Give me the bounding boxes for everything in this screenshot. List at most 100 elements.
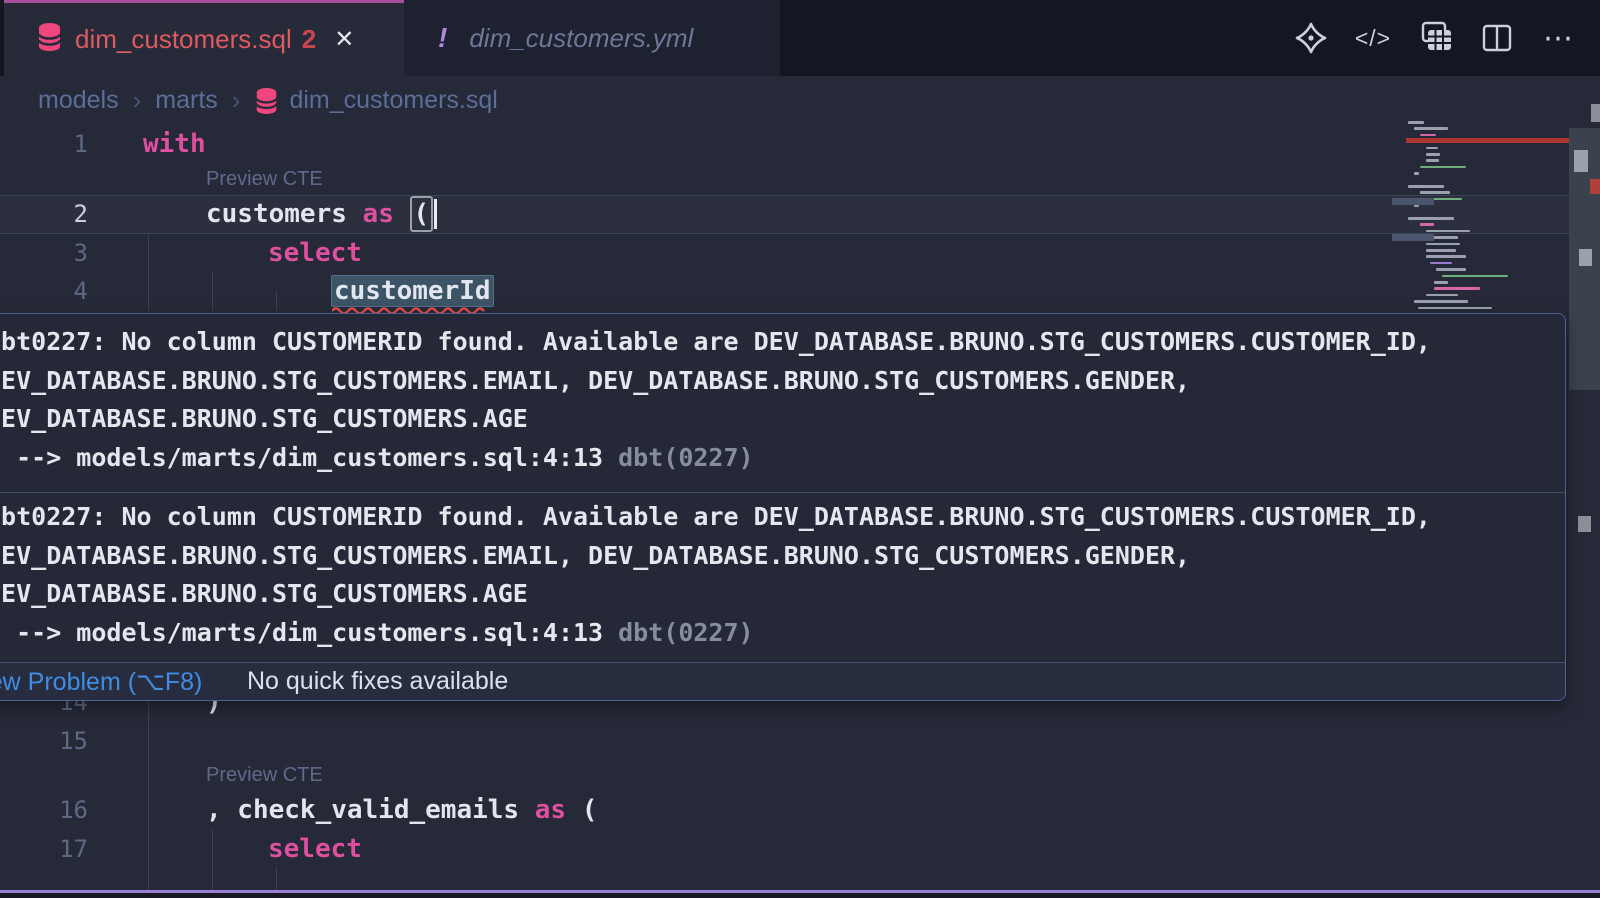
minimap-line xyxy=(1418,307,1492,310)
line-number: 17 xyxy=(0,830,88,869)
breadcrumb: models › marts › dim_customers.sql xyxy=(0,76,1600,125)
text-cursor xyxy=(434,199,437,229)
error-word-customerid: customerId xyxy=(331,275,494,307)
warning-icon: ! xyxy=(438,22,447,54)
minimap-line xyxy=(1426,153,1440,156)
ruler-mark xyxy=(1574,150,1588,172)
tab-bar: dim_customers.sql 2 ✕ ! dim_customers.ym… xyxy=(0,0,1600,76)
code-line-3[interactable]: 3 select xyxy=(0,234,1600,273)
minimap-line xyxy=(1426,147,1438,150)
tab-problem-count-badge: 2 xyxy=(302,24,316,55)
minimap-line xyxy=(1420,166,1466,169)
breadcrumb-file[interactable]: dim_customers.sql xyxy=(254,86,497,115)
minimap-line xyxy=(1408,185,1444,188)
vscode-editor-window: 1withPreview CTE2customers as (3select4c… xyxy=(0,0,1600,898)
chevron-right-icon: › xyxy=(133,85,142,116)
minimap-line xyxy=(1420,223,1434,226)
dbt-power-user-icon[interactable] xyxy=(1292,19,1330,57)
error-message-line: DEV_DATABASE.BRUNO.STG_CUSTOMERS.AGE xyxy=(0,575,1565,614)
indent-guide xyxy=(212,829,213,890)
code-line-1[interactable]: 1 with xyxy=(0,125,1600,164)
line-number: 15 xyxy=(0,722,88,761)
line-number: 1 xyxy=(0,125,88,164)
error-location-link[interactable]: --> models/marts/dim_customers.sql:4:13 xyxy=(0,614,603,653)
code-token: with xyxy=(143,129,206,159)
line-number: 3 xyxy=(0,234,88,273)
chevron-right-icon: › xyxy=(232,85,241,116)
breadcrumb-filename: dim_customers.sql xyxy=(289,86,497,115)
minimap-highlight xyxy=(1392,234,1434,241)
indent-guide xyxy=(276,866,277,890)
database-icon xyxy=(36,22,63,57)
error-location-link[interactable]: --> models/marts/dim_customers.sql:4:13 xyxy=(0,439,603,478)
codelens-preview-cte[interactable]: Preview CTE xyxy=(206,164,323,196)
line-number: 16 xyxy=(0,791,88,830)
minimap-line xyxy=(1414,172,1419,175)
ruler-mark xyxy=(1579,249,1592,266)
tab-title: dim_customers.sql xyxy=(75,24,292,55)
vertical-scrollbar[interactable] xyxy=(1569,76,1600,898)
compile-sql-icon[interactable]: </> xyxy=(1354,19,1392,57)
minimap-line xyxy=(1430,262,1452,265)
code-line-15[interactable]: 15 xyxy=(0,722,1600,761)
more-actions-icon[interactable]: ⋯ xyxy=(1540,19,1578,57)
error-hover-widget: dbt0227: No column CUSTOMERID found. Ava… xyxy=(0,313,1566,701)
minimap-line xyxy=(1426,159,1439,162)
code-token: select xyxy=(268,238,362,268)
code-token: as xyxy=(363,199,394,229)
codelens-preview-cte[interactable]: Preview CTE xyxy=(206,760,323,792)
minimap-line xyxy=(1434,281,1448,284)
minimap-line xyxy=(1414,300,1468,303)
error-message-block: dbt0227: No column CUSTOMERID found. Ava… xyxy=(0,314,1565,492)
minimap-line xyxy=(1434,287,1480,290)
error-source-code: dbt(0227) xyxy=(618,618,753,647)
indent-guide xyxy=(148,234,149,311)
code-line-17[interactable]: 17 select xyxy=(0,830,1600,869)
query-results-icon[interactable] xyxy=(1416,19,1454,57)
minimap-line xyxy=(1442,275,1508,278)
error-message-line: DEV_DATABASE.BRUNO.STG_CUSTOMERS.EMAIL, … xyxy=(0,362,1565,401)
code-token: select xyxy=(268,834,362,864)
minimap-highlight xyxy=(1392,198,1434,205)
code-line-2[interactable]: 2 customers as ( xyxy=(0,195,1600,234)
close-icon[interactable]: ✕ xyxy=(334,25,354,54)
code-token: as xyxy=(535,795,566,825)
tab-title: dim_customers.yml xyxy=(469,23,693,54)
code-token: , check_valid_emails xyxy=(206,795,535,825)
error-message-line: DEV_DATABASE.BRUNO.STG_CUSTOMERS.EMAIL, … xyxy=(0,537,1565,576)
matched-bracket: ( xyxy=(410,196,434,232)
code-token: ( xyxy=(566,795,597,825)
code-line-16[interactable]: 16 , check_valid_emails as ( xyxy=(0,791,1600,830)
tab-dim-customers-yml[interactable]: ! dim_customers.yml xyxy=(404,0,780,76)
window-bottom-edge xyxy=(0,893,1600,898)
error-message-line: dbt0227: No column CUSTOMERID found. Ava… xyxy=(0,323,1565,362)
indent-guide xyxy=(212,272,213,311)
minimap-line xyxy=(1426,243,1460,246)
split-editor-icon[interactable] xyxy=(1478,19,1516,57)
error-message-line: DEV_DATABASE.BRUNO.STG_CUSTOMERS.AGE xyxy=(0,400,1565,439)
minimap-line xyxy=(1420,191,1450,194)
breadcrumb-marts[interactable]: marts xyxy=(155,86,218,115)
hover-footer: View Problem (⌥F8) No quick fixes availa… xyxy=(0,662,1565,700)
error-source-code: dbt(0227) xyxy=(618,443,753,472)
minimap-line xyxy=(1408,217,1454,220)
minimap-line xyxy=(1426,230,1470,233)
ruler-error-mark xyxy=(1590,179,1600,194)
editor-actions: </> ⋯ xyxy=(1292,0,1578,76)
view-problem-link[interactable]: View Problem (⌥F8) xyxy=(0,667,202,697)
error-message-line: dbt0227: No column CUSTOMERID found. Ava… xyxy=(0,498,1565,537)
ruler-mark xyxy=(1578,516,1591,532)
breadcrumb-models[interactable]: models xyxy=(38,86,119,115)
line-number: 2 xyxy=(0,196,88,233)
line-number: 4 xyxy=(0,272,88,311)
no-quick-fixes-label: No quick fixes available xyxy=(247,667,508,696)
minimap-line xyxy=(1414,127,1448,130)
tab-dim-customers-sql[interactable]: dim_customers.sql 2 ✕ xyxy=(4,0,404,76)
code-token xyxy=(394,199,410,229)
code-token: customers xyxy=(206,199,363,229)
minimap-error-line xyxy=(1406,138,1571,143)
indent-guide xyxy=(148,698,149,890)
minimap-line xyxy=(1426,249,1456,252)
code-line-4[interactable]: 4 customerId xyxy=(0,272,1600,311)
minimap-line xyxy=(1436,268,1466,271)
